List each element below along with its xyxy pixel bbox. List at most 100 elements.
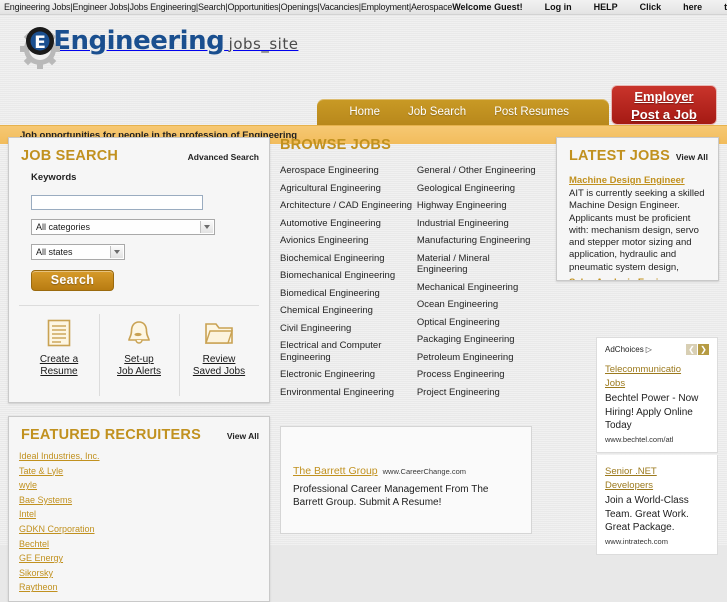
list-item[interactable]: Industrial Engineering [417, 215, 540, 233]
list-item[interactable]: Biomedical Engineering [280, 285, 417, 303]
category-link[interactable]: Aerospace Engineering [280, 165, 379, 176]
help-link[interactable]: HELP [594, 2, 618, 12]
category-link[interactable]: Architecture / CAD Engineering [280, 200, 412, 211]
list-item[interactable]: Mechanical Engineering [417, 279, 540, 297]
category-link[interactable]: Automotive Engineering [280, 218, 381, 229]
saved-jobs-link[interactable]: Review Saved Jobs [179, 314, 259, 392]
center-ad-title-link[interactable]: The Barrett Group [293, 465, 378, 477]
list-item[interactable]: Tate & Lyle [19, 464, 269, 479]
adchoices-label[interactable]: AdChoices [605, 345, 644, 354]
list-item[interactable]: Avionics Engineering [280, 232, 417, 250]
list-item[interactable]: Environmental Engineering [280, 384, 417, 402]
category-link[interactable]: Project Engineering [417, 387, 500, 398]
keywords-input[interactable] [31, 195, 203, 210]
latest-jobs-list: Machine Design Engineer AIT is currently… [557, 168, 718, 280]
category-link[interactable]: Mechanical Engineering [417, 282, 518, 293]
tab-home[interactable]: Home [349, 106, 380, 118]
tab-job-search[interactable]: Job Search [408, 106, 466, 118]
main-nav: Home Job Search Post Resumes Employer Po… [0, 99, 727, 125]
category-link[interactable]: Highway Engineering [417, 200, 507, 211]
list-item[interactable]: General / Other Engineering [417, 162, 540, 180]
latest-job-title-link[interactable]: Machine Design Engineer [569, 175, 685, 186]
list-item[interactable]: Biomechanical Engineering [280, 267, 417, 285]
list-item[interactable]: Bechtel [19, 537, 269, 552]
category-link[interactable]: Biomechanical Engineering [280, 270, 395, 281]
list-item[interactable]: Geological Engineering [417, 180, 540, 198]
site-logo[interactable]: E EEngineering jobs_site [18, 23, 298, 71]
list-item[interactable]: Process Engineering [417, 366, 540, 384]
category-select[interactable]: All categories [31, 219, 215, 235]
list-item[interactable]: Highway Engineering [417, 197, 540, 215]
list-item[interactable]: Project Engineering [417, 384, 540, 402]
center-ad-body: Professional Career Management From The … [293, 483, 519, 509]
category-link[interactable]: Biomedical Engineering [280, 288, 380, 299]
sidebar-ad2-title-line2[interactable]: Developers [605, 479, 709, 493]
login-link[interactable]: Log in [545, 2, 572, 12]
category-link[interactable]: Agricultural Engineering [280, 183, 381, 194]
list-item[interactable]: Aerospace Engineering [280, 162, 417, 180]
category-link[interactable]: Chemical Engineering [280, 305, 373, 316]
category-link[interactable]: Geological Engineering [417, 183, 515, 194]
category-link[interactable]: Environmental Engineering [280, 387, 394, 398]
category-link[interactable]: Material / Mineral Engineering [417, 253, 490, 276]
employer-label-line1: Employer [612, 88, 716, 106]
list-item[interactable]: Ocean Engineering [417, 296, 540, 314]
list-item[interactable]: Packaging Engineering [417, 331, 540, 349]
list-item[interactable]: GDKN Corporation [19, 522, 269, 537]
list-item[interactable]: Electronic Engineering [280, 366, 417, 384]
category-link[interactable]: Avionics Engineering [280, 235, 369, 246]
ad-next-button[interactable]: ❯ [698, 344, 709, 355]
list-item[interactable]: Optical Engineering [417, 314, 540, 332]
list-item[interactable]: GE Energy [19, 551, 269, 566]
state-select[interactable]: All states [31, 244, 125, 260]
list-item[interactable]: Raytheon [19, 580, 269, 595]
browse-jobs-section: BROWSE JOBS Aerospace Engineering Agricu… [280, 137, 540, 401]
list-item[interactable]: Electrical and Computer Engineering [280, 337, 417, 366]
list-item[interactable]: Petroleum Engineering [417, 349, 540, 367]
featured-recruiters-title: FEATURED RECRUITERS [21, 427, 201, 443]
list-item[interactable]: Biochemical Engineering [280, 250, 417, 268]
list-item[interactable]: Chemical Engineering [280, 302, 417, 320]
category-link[interactable]: Industrial Engineering [417, 218, 509, 229]
sidebar-ad-title-line1[interactable]: Telecommunicatio [605, 363, 709, 377]
category-link[interactable]: Civil Engineering [280, 323, 351, 334]
list-item[interactable]: Material / Mineral Engineering [417, 250, 540, 279]
sidebar-ad2-title-line1[interactable]: Senior .NET [605, 465, 709, 479]
ad-prev-button[interactable]: ❮ [686, 344, 697, 355]
category-link[interactable]: Electrical and Computer Engineering [280, 340, 381, 363]
advanced-search-link[interactable]: Advanced Search [188, 152, 259, 162]
browse-jobs-column-1: Aerospace Engineering Agricultural Engin… [280, 162, 417, 401]
category-link[interactable]: Optical Engineering [417, 317, 500, 328]
list-item[interactable]: Ideal Industries, Inc. [19, 449, 269, 464]
search-button[interactable]: Search [31, 270, 114, 291]
tab-post-resumes[interactable]: Post Resumes [494, 106, 569, 118]
list-item[interactable]: Intel [19, 507, 269, 522]
category-link[interactable]: Biochemical Engineering [280, 253, 385, 264]
sidebar-ad-title-line2[interactable]: Jobs [605, 377, 709, 391]
category-link[interactable]: Ocean Engineering [417, 299, 498, 310]
category-link[interactable]: Electronic Engineering [280, 369, 375, 380]
list-item[interactable]: wyle [19, 478, 269, 493]
category-link[interactable]: Petroleum Engineering [417, 352, 514, 363]
create-resume-link[interactable]: Create a Resume [19, 314, 99, 392]
list-item[interactable]: Automotive Engineering [280, 215, 417, 233]
latest-jobs-view-all-link[interactable]: View All [676, 152, 708, 162]
list-item[interactable]: Manufacturing Engineering [417, 232, 540, 250]
register-here-link[interactable]: here [683, 2, 702, 12]
adchoices-icon[interactable]: ▷ [646, 345, 652, 354]
category-link[interactable]: Process Engineering [417, 369, 505, 380]
recruiters-list: Ideal Industries, Inc. Tate & Lyle wyle … [9, 447, 269, 601]
list-item[interactable]: Civil Engineering [280, 320, 417, 338]
list-item[interactable]: Sikorsky [19, 566, 269, 581]
category-link[interactable]: General / Other Engineering [417, 165, 536, 176]
job-alerts-link[interactable]: Set-up Job Alerts [99, 314, 179, 392]
recruiters-view-all-link[interactable]: View All [227, 431, 259, 441]
category-link[interactable]: Packaging Engineering [417, 334, 515, 345]
adchoices-row: AdChoices ▷ ❮ ❯ [605, 344, 709, 355]
category-link[interactable]: Manufacturing Engineering [417, 235, 531, 246]
list-item[interactable]: Architecture / CAD Engineering [280, 197, 417, 215]
list-item[interactable]: Agricultural Engineering [280, 180, 417, 198]
employer-post-a-job-button[interactable]: Employer Post a Job [611, 85, 717, 125]
list-item[interactable]: Bae Systems [19, 493, 269, 508]
latest-job-title-link[interactable]: Sales Analysis Engineer [569, 277, 706, 280]
